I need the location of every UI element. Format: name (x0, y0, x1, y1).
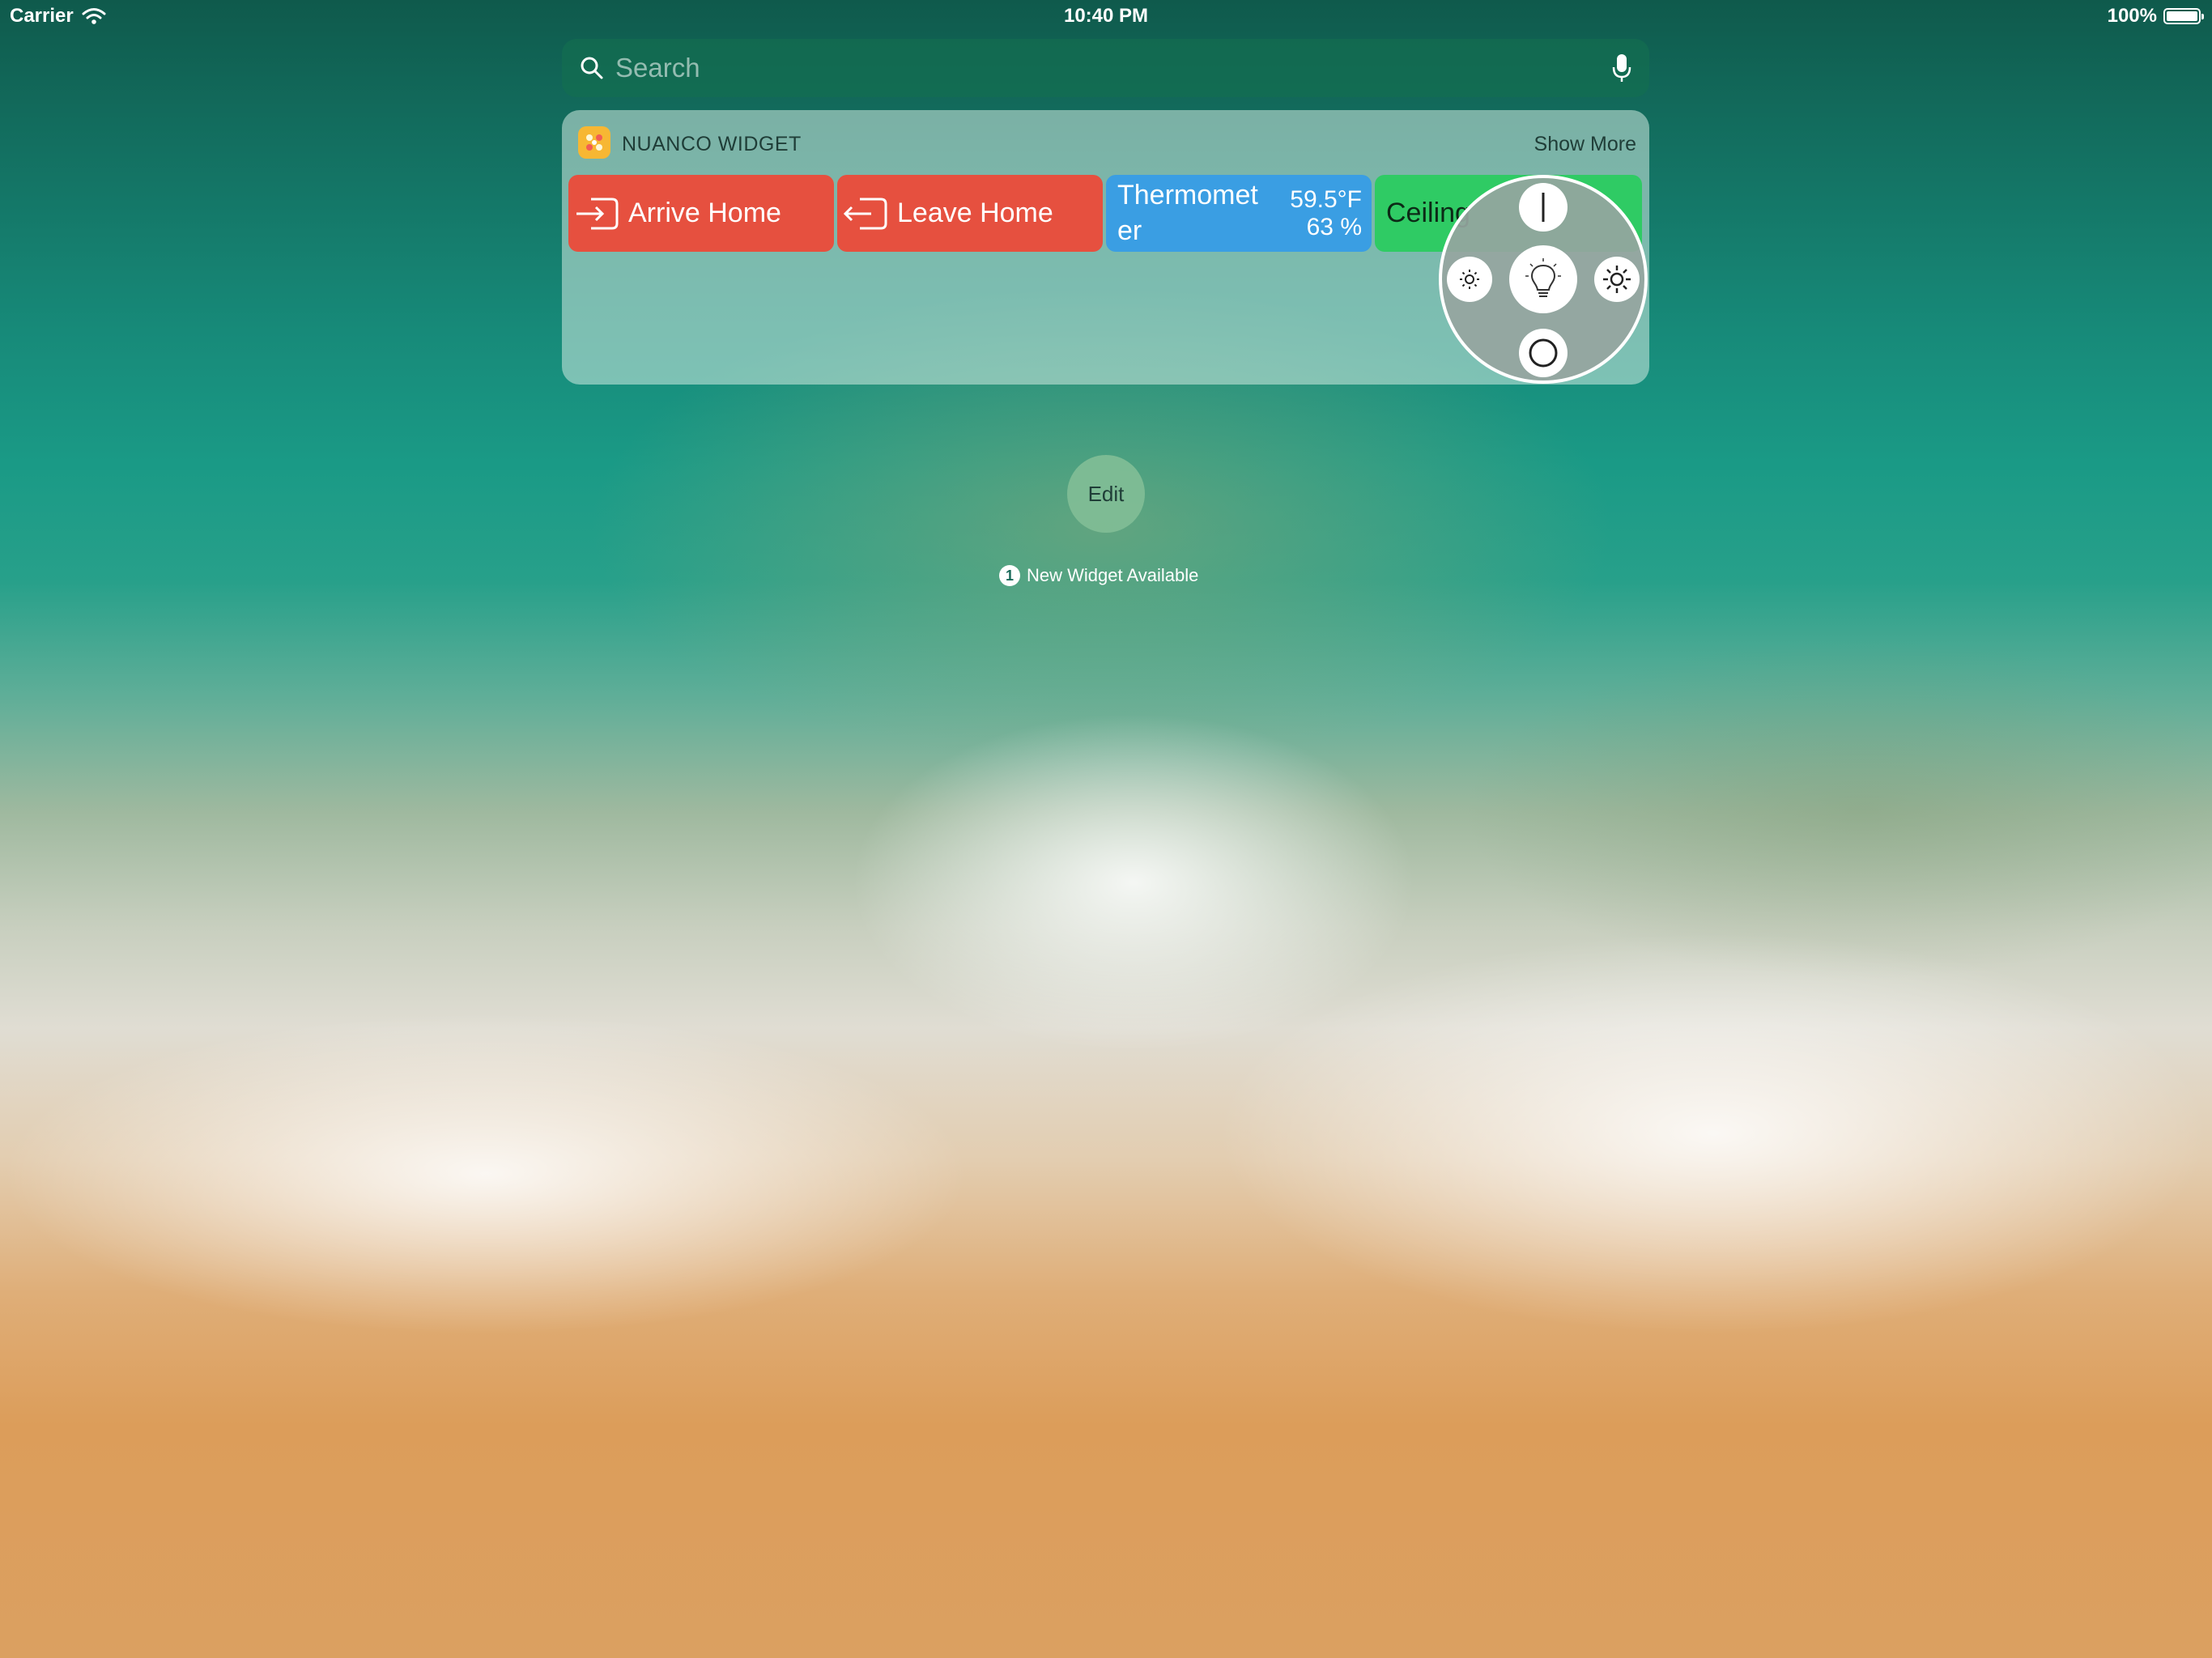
exit-icon (843, 198, 887, 230)
leave-home-tile[interactable]: Leave Home (837, 175, 1103, 252)
clock: 10:40 PM (1063, 5, 1149, 27)
temperature-value: 59.5°F (1290, 186, 1362, 213)
battery-icon (2163, 8, 2204, 24)
battery-percent: 100% (2107, 5, 2157, 27)
humidity-value: 63 % (1306, 214, 1362, 240)
wallpaper-foam (0, 1012, 972, 1336)
battery-fill (2167, 11, 2197, 21)
status-bar: Carrier 10:40 PM 100% (0, 0, 2212, 32)
nuanco-logo-icon (586, 134, 602, 151)
power-on-button[interactable] (1519, 183, 1568, 232)
enter-icon (576, 198, 619, 230)
brightness-high-icon (1603, 266, 1631, 293)
thermometer-label-line1: Thermomet (1117, 180, 1258, 210)
wallpaper-foam (850, 712, 1417, 1052)
arrive-home-label: Arrive Home (628, 198, 781, 228)
nuanco-app-icon (578, 126, 610, 159)
thermometer-readings: 59.5°F 63 % (1290, 186, 1362, 241)
power-off-icon (1529, 338, 1558, 368)
microphone-icon[interactable] (1612, 53, 1631, 83)
dim-up-button[interactable] (1594, 257, 1640, 302)
new-widget-notice[interactable]: 1 New Widget Available (999, 565, 1198, 586)
light-bulb-icon (1525, 258, 1561, 297)
search-input[interactable]: Search (615, 53, 1612, 83)
arrive-home-tile[interactable]: Arrive Home (568, 175, 834, 252)
carrier-label: Carrier (10, 5, 74, 27)
new-widget-badge: 1 (999, 565, 1020, 586)
widget-title: NUANCO WIDGET (622, 133, 802, 155)
power-on-icon (1542, 193, 1545, 222)
thermometer-tile[interactable]: Thermomet er 59.5°F 63 % (1106, 175, 1372, 252)
wallpaper-foam (1214, 931, 2212, 1336)
new-widget-text: New Widget Available (1027, 565, 1199, 585)
search-icon (581, 57, 603, 79)
wifi-icon (82, 8, 106, 24)
search-bar[interactable]: Search (562, 39, 1649, 97)
show-more-button[interactable]: Show More (1534, 133, 1636, 156)
dim-down-button[interactable] (1447, 257, 1492, 302)
light-control-dial[interactable] (1439, 175, 1648, 384)
brightness-low-icon (1460, 270, 1479, 289)
light-toggle-button[interactable] (1509, 245, 1577, 313)
thermometer-label-line2: er (1117, 215, 1142, 246)
leave-home-label: Leave Home (897, 198, 1053, 228)
edit-button[interactable]: Edit (1067, 455, 1145, 533)
widget-header: NUANCO WIDGET Show More (562, 110, 1649, 175)
power-off-button[interactable] (1519, 329, 1568, 377)
